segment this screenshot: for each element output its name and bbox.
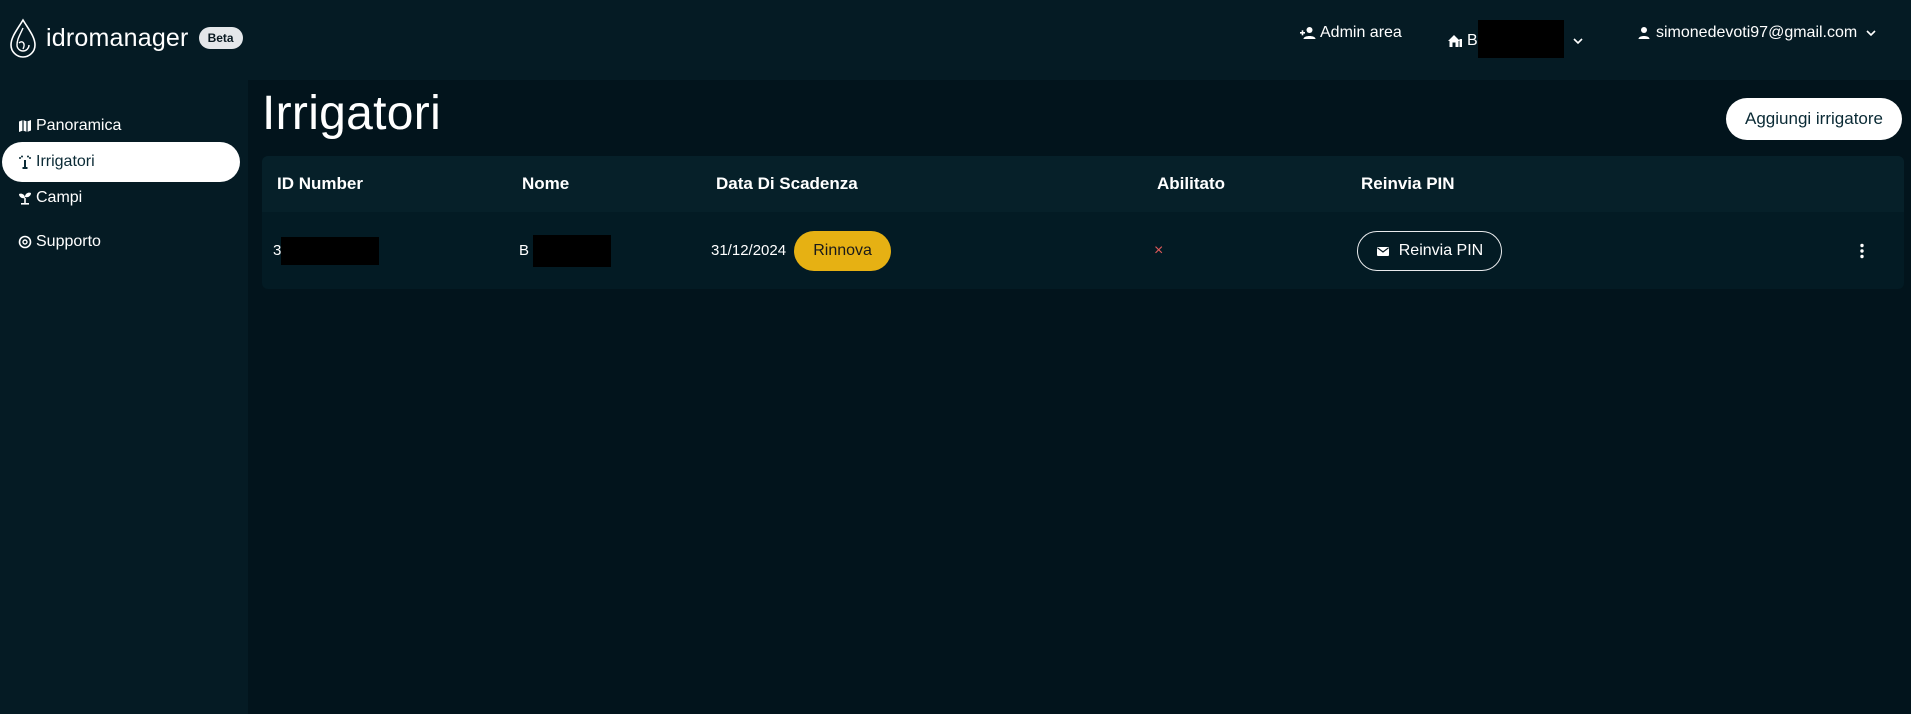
column-header-id[interactable]: ID Number — [277, 174, 363, 194]
user-menu[interactable]: simonedevoti97@gmail.com — [1636, 24, 1877, 42]
id-number: 3 — [273, 242, 282, 259]
sprinkler-name: B — [519, 242, 530, 259]
beta-badge: Beta — [198, 27, 243, 49]
column-header-enabled[interactable]: Abilitato — [1157, 174, 1225, 194]
renew-button[interactable]: Rinnova — [794, 230, 892, 271]
sprout-icon — [18, 191, 32, 205]
sprinkler-icon — [18, 155, 32, 169]
sidebar-item-label: Campi — [36, 189, 83, 206]
table-header: ID Number Nome Data Di Scadenza Abilitat… — [262, 156, 1904, 212]
page-title: Irrigatori — [262, 87, 442, 140]
map-icon — [18, 119, 32, 133]
house-selector[interactable]: B — [1447, 20, 1584, 58]
chevron-down-icon — [1865, 27, 1877, 39]
top-bar: idromanager Beta Admin area B simonedevo… — [0, 0, 1911, 80]
disabled-x-icon: × — [1154, 241, 1164, 259]
table-row[interactable]: 3 B 31/12/2024 Rinnova × Reinvia PIN — [262, 212, 1904, 289]
water-drop-logo-icon — [8, 18, 38, 58]
expiry-date: 31/12/2024 — [711, 242, 787, 259]
admin-area-label: Admin area — [1320, 24, 1402, 41]
sidebar: Panoramica Irrigatori Campi Supporto — [0, 80, 248, 714]
enabled-cell: × — [1154, 212, 1163, 289]
admin-area-link[interactable]: Admin area — [1300, 24, 1402, 42]
person-icon — [1636, 25, 1652, 41]
sprinklers-table: ID Number Nome Data Di Scadenza Abilitat… — [262, 156, 1904, 289]
add-sprinkler-button[interactable]: Aggiungi irrigatore — [1726, 98, 1902, 140]
main-content: Irrigatori Aggiungi irrigatore ID Number… — [248, 80, 1911, 714]
add-person-icon — [1300, 25, 1316, 41]
resend-pin-button[interactable]: Reinvia PIN — [1357, 230, 1502, 271]
sidebar-item-label: Irrigatori — [36, 153, 95, 170]
app-name: idromanager — [46, 23, 189, 52]
column-header-expiry[interactable]: Data Di Scadenza — [716, 174, 858, 194]
redacted-id — [281, 236, 380, 265]
redacted-house-name — [1477, 20, 1564, 58]
user-email: simonedevoti97@gmail.com — [1656, 24, 1858, 41]
sidebar-item-label: Panoramica — [36, 117, 122, 134]
more-options-icon[interactable] — [1852, 240, 1872, 262]
house-label: B — [1467, 32, 1478, 49]
column-header-name[interactable]: Nome — [522, 174, 569, 194]
house-icon — [1447, 33, 1463, 49]
sidebar-item-panoramica[interactable]: Panoramica — [2, 106, 240, 146]
expiry-cell: 31/12/2024 Rinnova — [711, 212, 892, 289]
chevron-down-icon — [1572, 35, 1584, 47]
support-icon — [18, 235, 32, 249]
sidebar-item-label: Supporto — [36, 233, 101, 250]
mail-icon — [1376, 244, 1390, 258]
name-cell: B — [519, 212, 612, 289]
brand[interactable]: idromanager Beta — [8, 18, 243, 58]
resend-pin-cell: Reinvia PIN — [1357, 212, 1502, 289]
id-cell: 3 — [273, 212, 380, 289]
sidebar-item-supporto[interactable]: Supporto — [2, 222, 240, 262]
resend-pin-label: Reinvia PIN — [1398, 241, 1484, 259]
column-header-resend-pin[interactable]: Reinvia PIN — [1361, 174, 1455, 194]
sidebar-item-irrigatori[interactable]: Irrigatori — [2, 142, 240, 182]
sidebar-item-campi[interactable]: Campi — [2, 178, 240, 218]
redacted-name — [533, 234, 612, 267]
